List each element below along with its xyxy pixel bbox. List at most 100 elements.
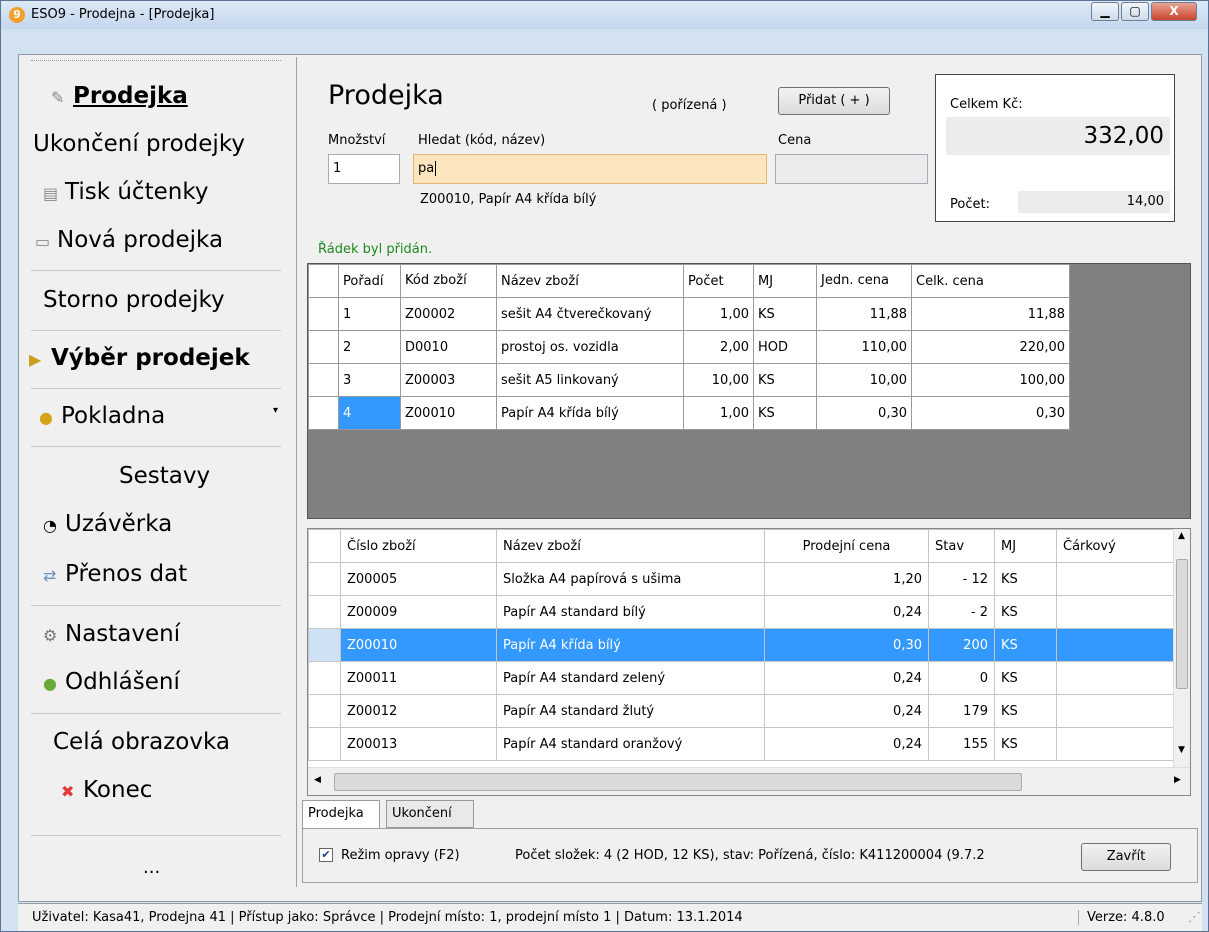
sidebar-item-cela-obrazovka[interactable]: Celá obrazovka [53, 729, 325, 755]
table-row[interactable]: 3 Z00003 sešit A5 linkovaný 10,00 KS 10,… [308, 363, 1070, 397]
row-header-cell[interactable] [308, 661, 341, 695]
sidebar-item-uzaverka[interactable]: ◔ Uzávěrka [43, 511, 315, 537]
table-cell[interactable]: - 2 [928, 595, 995, 629]
table-row[interactable]: Z00009 Papír A4 standard bílý 0,24 - 2 K… [308, 595, 1177, 629]
table-cell[interactable]: 0,24 [764, 727, 929, 761]
table-cell[interactable]: KS [753, 396, 817, 430]
table-cell[interactable]: KS [994, 628, 1057, 662]
table-cell[interactable]: sešit A5 linkovaný [496, 363, 684, 397]
table-cell[interactable]: 2 [338, 330, 401, 364]
col-header[interactable]: Název zboží [496, 529, 765, 563]
table-cell[interactable]: Z00013 [340, 727, 497, 761]
resize-grip-icon[interactable]: ⋰ [1188, 910, 1201, 925]
search-input[interactable]: pa [413, 154, 767, 184]
sidebar-item-nova-prodejka[interactable]: ▭ Nová prodejka [35, 227, 307, 253]
table-cell[interactable]: Z00009 [340, 595, 497, 629]
table-cell[interactable] [1056, 628, 1177, 662]
h-scrollbar-thumb[interactable] [334, 773, 1022, 791]
table-row[interactable]: 2 D0010 prostoj os. vozidla 2,00 HOD 110… [308, 330, 1070, 364]
table-cell[interactable]: Papír A4 standard bílý [496, 595, 765, 629]
table-row-selected[interactable]: Z00010 Papír A4 křída bílý 0,30 200 KS [308, 628, 1177, 662]
col-header[interactable]: MJ [994, 529, 1057, 563]
col-header[interactable]: Kód zboží [400, 264, 497, 298]
col-header[interactable]: Název zboží [496, 264, 684, 298]
col-header[interactable]: Jedn. cena [816, 264, 912, 298]
table-cell[interactable]: 0,30 [764, 628, 929, 662]
table-cell[interactable]: 1,00 [683, 297, 754, 331]
table-cell[interactable]: KS [994, 562, 1057, 596]
table-cell[interactable]: 0,24 [764, 694, 929, 728]
table-cell[interactable]: Z00011 [340, 661, 497, 695]
tab-prodejka[interactable]: Prodejka [302, 800, 380, 829]
sidebar-item-konec[interactable]: ✖ Konec [61, 777, 333, 803]
tab-ukonceni[interactable]: Ukončení [386, 800, 474, 828]
table-cell[interactable]: 3 [338, 363, 401, 397]
scroll-up-icon[interactable]: ▲ [1178, 531, 1185, 541]
scroll-left-icon[interactable]: ◀ [314, 775, 321, 785]
table-cell[interactable]: KS [994, 661, 1057, 695]
table-cell[interactable]: prostoj os. vozidla [496, 330, 684, 364]
scrollbar-thumb[interactable] [1176, 559, 1188, 689]
table-cell[interactable]: Z00003 [400, 363, 497, 397]
table-row[interactable]: Z00005 Složka A4 papírová s ušima 1,20 -… [308, 562, 1177, 596]
sidebar-item-odhlaseni[interactable]: ● Odhlášení [43, 669, 315, 695]
table-cell[interactable]: Z00012 [340, 694, 497, 728]
sidebar-item-ukonceni-prodejky[interactable]: Ukončení prodejky [33, 131, 305, 157]
row-header-cell[interactable] [308, 628, 341, 662]
row-header-cell[interactable] [308, 562, 341, 596]
table-cell[interactable]: KS [753, 363, 817, 397]
col-header[interactable]: Číslo zboží [340, 529, 497, 563]
table-cell[interactable]: KS [994, 694, 1057, 728]
table-cell[interactable]: KS [753, 297, 817, 331]
table-cell[interactable]: 0,30 [816, 396, 912, 430]
table-cell[interactable]: HOD [753, 330, 817, 364]
table-cell[interactable]: Z00002 [400, 297, 497, 331]
maximize-icon[interactable]: ▢ [1121, 2, 1149, 21]
horizontal-scrollbar[interactable]: ◀ ▶ [308, 767, 1190, 795]
table-cell[interactable]: Složka A4 papírová s ušima [496, 562, 765, 596]
col-header[interactable]: Stav [928, 529, 995, 563]
col-header[interactable]: Pořadí [338, 264, 401, 298]
table-cell[interactable]: 0,24 [764, 595, 929, 629]
table-cell[interactable]: Papír A4 standard oranžový [496, 727, 765, 761]
table-cell[interactable]: Z00005 [340, 562, 497, 596]
row-header-cell[interactable] [308, 727, 341, 761]
repair-mode-checkbox[interactable]: ✔ [319, 848, 333, 862]
table-cell[interactable]: 1,00 [683, 396, 754, 430]
sidebar-item-vyber-prodejek[interactable]: ▶ Výběr prodejek [29, 345, 301, 371]
table-row[interactable]: 1 Z00002 sešit A4 čtverečkovaný 1,00 KS … [308, 297, 1070, 331]
table-cell[interactable]: 100,00 [911, 363, 1070, 397]
table-cell[interactable]: 11,88 [816, 297, 912, 331]
scroll-down-icon[interactable]: ▼ [1178, 745, 1185, 755]
table-cell[interactable] [1056, 727, 1177, 761]
row-header-cell[interactable] [308, 330, 339, 364]
table-cell[interactable]: 0,24 [764, 661, 929, 695]
table-cell[interactable]: 155 [928, 727, 995, 761]
table-cell[interactable]: 4 [338, 396, 401, 430]
goods-grid[interactable]: Číslo zboží Název zboží Prodejní cena St… [307, 528, 1191, 796]
price-input[interactable] [775, 154, 928, 184]
col-header[interactable]: Celk. cena [911, 264, 1070, 298]
title-bar[interactable]: 9 ESO9 - Prodejna - [Prodejka] ▁ ▢ X [1, 1, 1208, 29]
col-header[interactable]: Čárkový [1056, 529, 1177, 563]
table-cell[interactable]: 0 [928, 661, 995, 695]
table-row[interactable]: Z00011 Papír A4 standard zelený 0,24 0 K… [308, 661, 1177, 695]
sidebar-item-storno-prodejky[interactable]: Storno prodejky [43, 287, 315, 313]
col-header[interactable]: Prodejní cena [764, 529, 929, 563]
table-cell[interactable]: sešit A4 čtverečkovaný [496, 297, 684, 331]
row-header-cell[interactable] [308, 396, 339, 430]
close-button[interactable]: Zavřít [1081, 843, 1171, 871]
table-cell[interactable]: 2,00 [683, 330, 754, 364]
table-cell[interactable]: Papír A4 křída bílý [496, 628, 765, 662]
row-header-cell[interactable] [308, 363, 339, 397]
table-cell[interactable]: Papír A4 standard zelený [496, 661, 765, 695]
table-cell[interactable]: Z00010 [340, 628, 497, 662]
row-header-cell[interactable] [308, 694, 341, 728]
close-icon[interactable]: X [1151, 2, 1197, 21]
table-cell[interactable] [1056, 694, 1177, 728]
qty-input[interactable]: 1 [328, 154, 400, 184]
table-cell[interactable]: KS [994, 595, 1057, 629]
sidebar-item-prodejka[interactable]: ✎ Prodejka [51, 83, 323, 109]
table-cell[interactable]: Papír A4 křída bílý [496, 396, 684, 430]
table-row[interactable]: Z00013 Papír A4 standard oranžový 0,24 1… [308, 727, 1177, 761]
